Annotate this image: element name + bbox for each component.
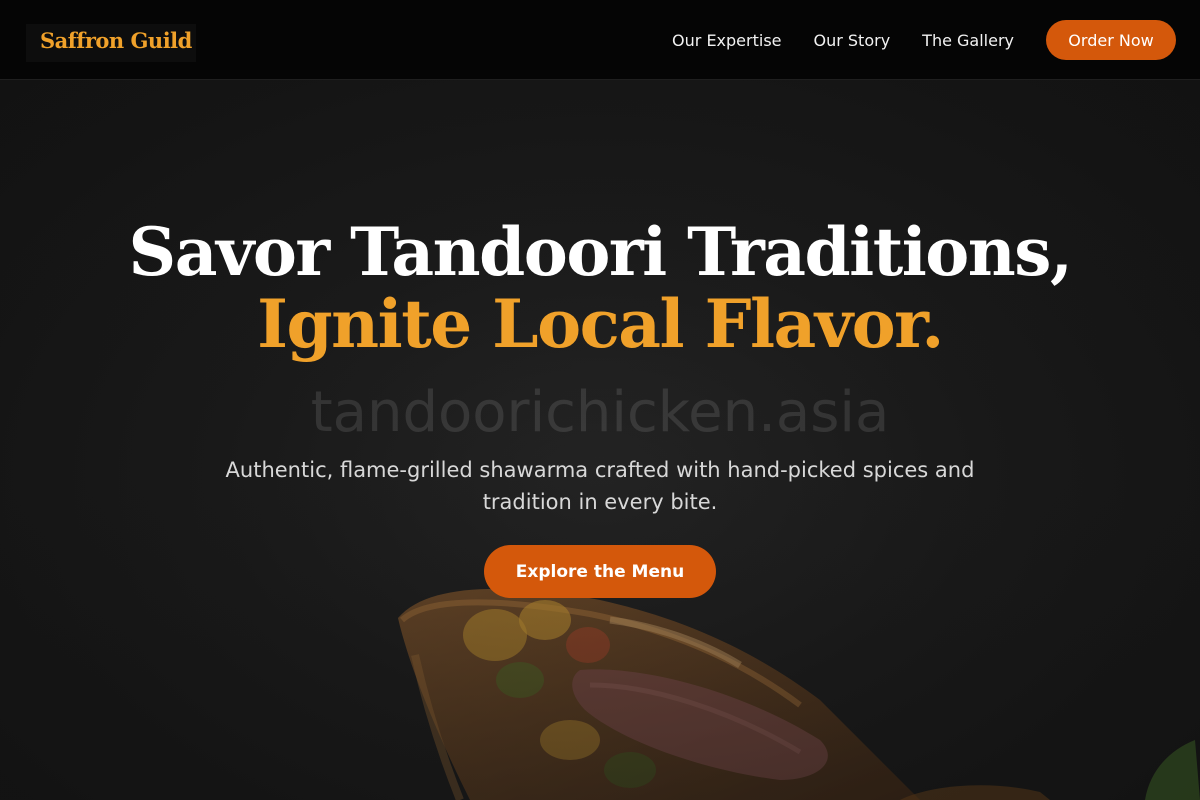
headline-accent-part: Ignite Local Flavor.: [257, 285, 944, 363]
nav-links: Our Expertise Our Story The Gallery Orde…: [672, 20, 1176, 60]
top-navbar: Saffron Guild Our Expertise Our Story Th…: [0, 0, 1200, 80]
nav-link-the-gallery[interactable]: The Gallery: [922, 31, 1014, 50]
headline-white-part: Savor Tandoori Traditions,: [128, 213, 1073, 291]
hero-section: tandoorichicken.asia Savor Tandoori Trad…: [0, 80, 1200, 800]
hero-headline: Savor Tandoori Traditions, Ignite Local …: [100, 216, 1100, 360]
order-now-button[interactable]: Order Now: [1046, 20, 1176, 60]
nav-link-our-story[interactable]: Our Story: [814, 31, 891, 50]
brand-logo[interactable]: Saffron Guild: [26, 24, 196, 62]
domain-watermark: tandoorichicken.asia: [310, 380, 890, 445]
explore-menu-button[interactable]: Explore the Menu: [484, 545, 716, 598]
hero-subtext: Authentic, flame-grilled shawarma crafte…: [225, 458, 975, 514]
nav-link-our-expertise[interactable]: Our Expertise: [672, 31, 781, 50]
